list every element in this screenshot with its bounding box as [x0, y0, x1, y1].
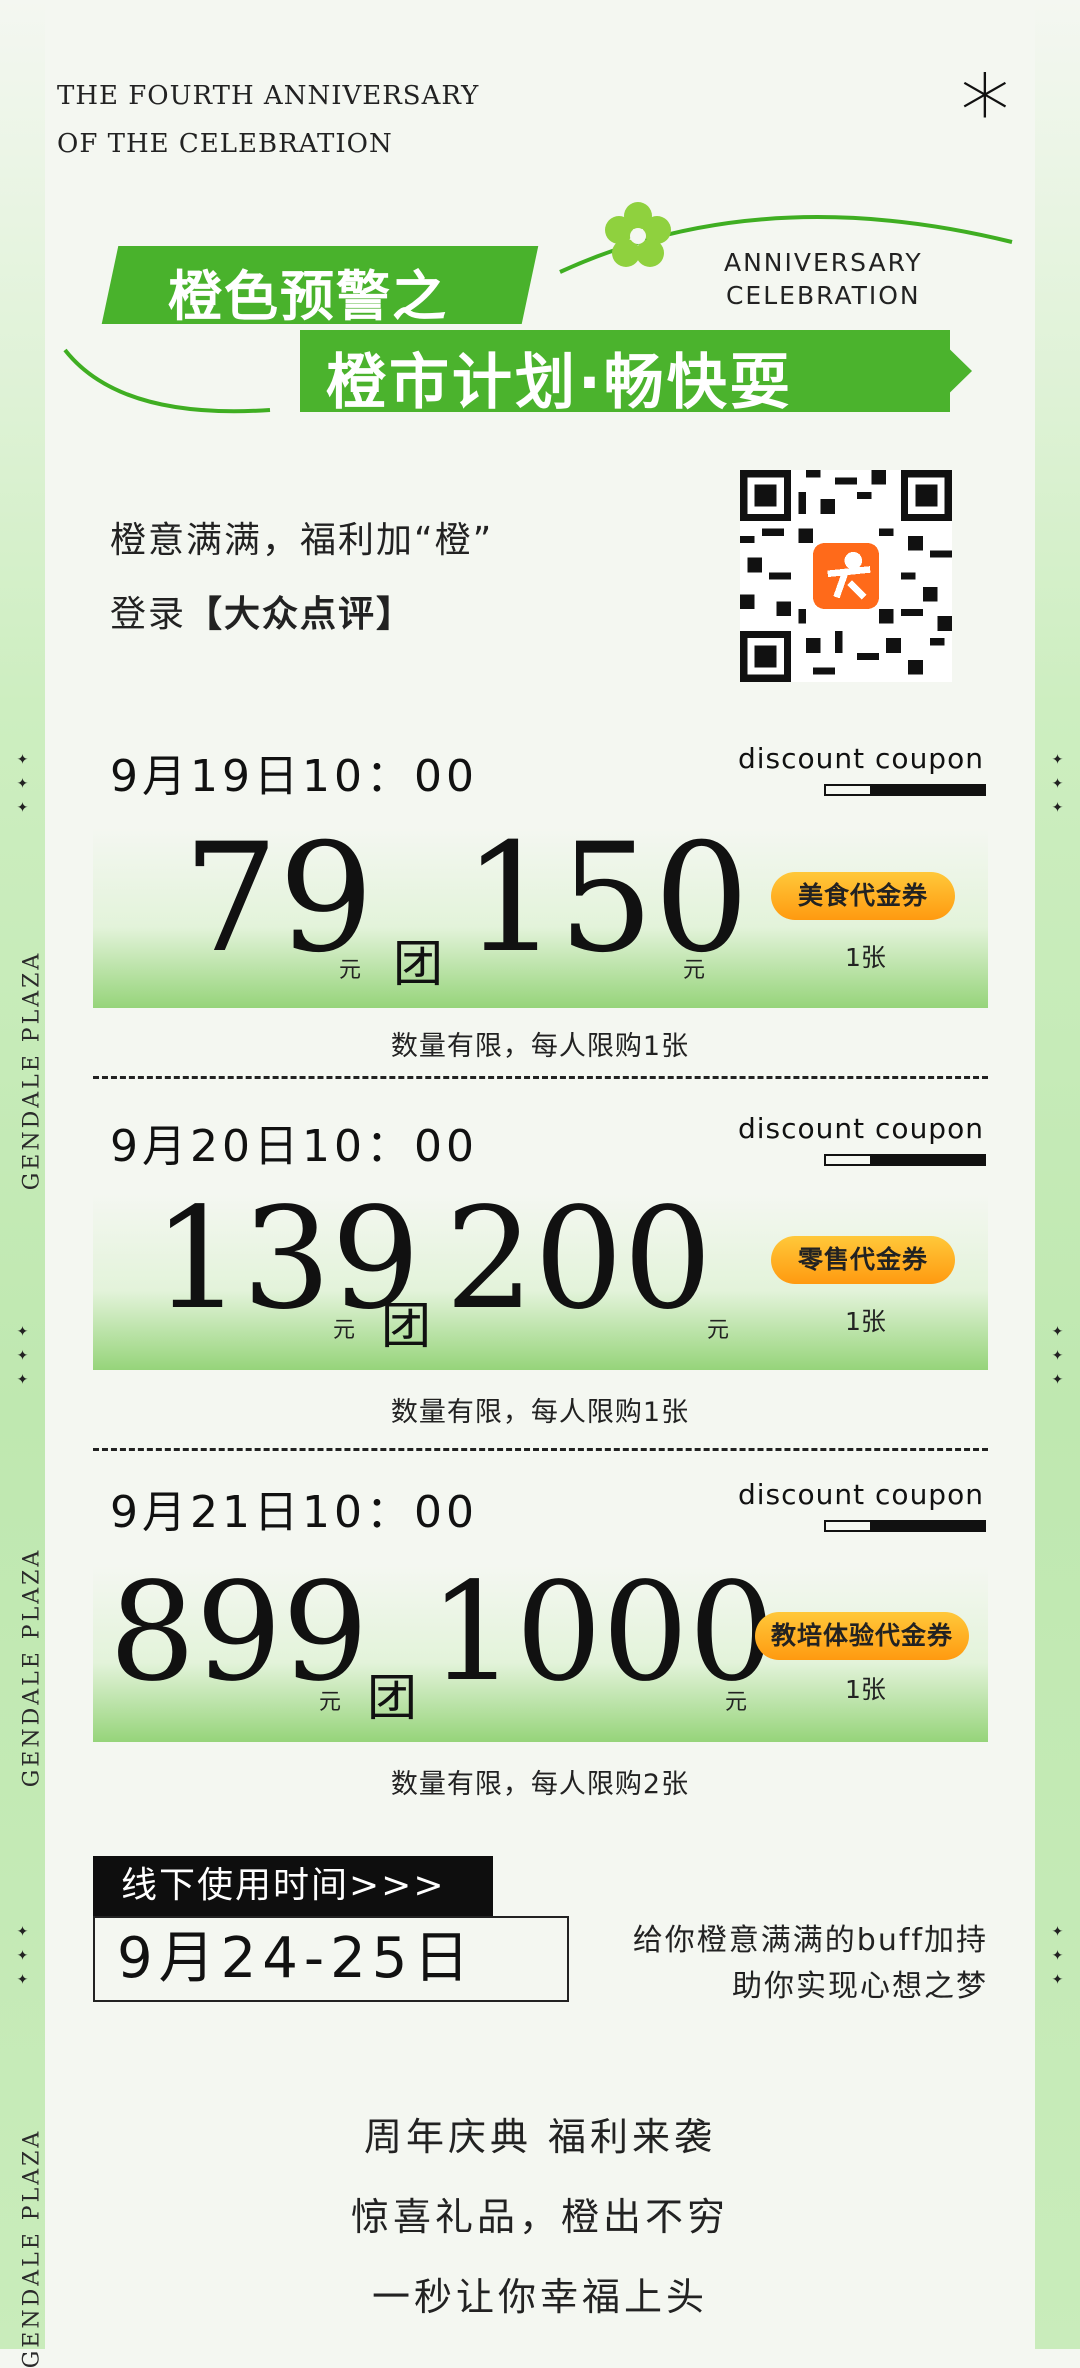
title-banner-2: 橙市计划·畅快耍 [326, 348, 793, 418]
offline-usage-dates: 9月24-25日 [93, 1916, 569, 2002]
coupon-3-tag: discount coupon [738, 1478, 984, 1511]
coupon-2-type-badge[interactable]: 零售代金券 [771, 1236, 955, 1284]
side-stars-left-1: ✦ ✦ ✦ [16, 752, 29, 816]
footer-line3: 一秒让你幸福上头 [371, 2275, 708, 2319]
coupon-3-price-unit: 元 [319, 1690, 342, 1715]
side-label-left-3: GENDALE PLAZA [19, 2128, 45, 2368]
coupon-3-count: 1张 [845, 1675, 886, 1704]
buff-line2: 助你实现心想之梦 [732, 1969, 988, 2004]
coupon-1-tag: discount coupon [738, 742, 984, 775]
divider-1 [93, 1076, 988, 1079]
side-label-right-2: GENDALE PLAZA [1075, 1552, 1080, 1793]
side-label-right-3: GENDALE PLAZA [1075, 2128, 1080, 2368]
coupon-1-date: 9月19日10：00 [110, 751, 478, 802]
coupon-2-tag-bar [824, 1154, 986, 1166]
intro-line1: 橙意满满，福利加“橙” [110, 520, 494, 561]
coupon-2-date: 9月20日10：00 [110, 1121, 478, 1172]
coupon-1-type-badge[interactable]: 美食代金券 [771, 872, 955, 920]
title-banner-1: 橙色预警之 [168, 265, 448, 328]
offline-usage-label: 线下使用时间>>> [93, 1856, 493, 1916]
qr-code[interactable] [740, 470, 952, 682]
coupon-2-card: 139 元 团 200 元 零售代金券 1张 [93, 1178, 988, 1370]
coupon-2-tuan: 团 [381, 1297, 431, 1355]
coupon-1-tag-bar [824, 784, 986, 796]
side-stars-right-3: ✦ ✦ ✦ [1051, 1924, 1064, 1988]
buff-line1: 给你橙意满满的buff加持 [632, 1923, 988, 1958]
side-stars-right-1: ✦ ✦ ✦ [1051, 752, 1064, 816]
anniversary-heading-line1: THE FOURTH ANNIVERSARY [57, 81, 480, 111]
curve-left [63, 348, 271, 414]
coupon-1-value-unit: 元 [683, 958, 706, 983]
coupon-2-value-unit: 元 [707, 1318, 730, 1343]
coupon-2-count: 1张 [845, 1307, 886, 1336]
side-label-left-1: GENDALE PLAZA [19, 950, 45, 1191]
coupon-2-value: 200 [445, 1178, 713, 1341]
coupon-2-limit: 数量有限，每人限购1张 [390, 1397, 690, 1428]
coupon-1-price-unit: 元 [339, 958, 362, 983]
coupon-3-card: 899 元 团 1000 元 教培体验代金券 1张 [93, 1554, 988, 1742]
coupon-3-limit: 数量有限，每人限购2张 [390, 1769, 690, 1800]
coupon-3-value-unit: 元 [725, 1690, 748, 1715]
anniversary-heading-line2: OF THE CELEBRATION [57, 129, 393, 159]
asterisk-icon: * [960, 53, 1010, 170]
coupon-3-tuan: 团 [367, 1669, 417, 1727]
footer-line1: 周年庆典 福利来袭 [363, 2115, 717, 2159]
side-stars-left-2: ✦ ✦ ✦ [16, 1324, 29, 1388]
anniversary-celebration-label: ANNIVERSARY CELEBRATION [724, 248, 923, 310]
buff-text: 给你橙意满满的buff加持 助你实现心想之梦 [633, 1918, 988, 2010]
coupon-2-tag: discount coupon [738, 1112, 984, 1145]
flower-icon [605, 202, 671, 267]
coupon-2-price-unit: 元 [333, 1318, 356, 1343]
anniversary-heading: THE FOURTH ANNIVERSARY OF THE CELEBRATIO… [57, 72, 479, 168]
coupon-1-card: 79 元 团 150 元 美食代金券 1张 [93, 812, 988, 1008]
coupon-3-tag-bar [824, 1520, 986, 1532]
side-label-left-2: GENDALE PLAZA [19, 1547, 45, 1788]
title-banner-2-tail [930, 330, 972, 412]
divider-2 [93, 1448, 988, 1451]
coupon-1-value: 150 [463, 812, 750, 986]
intro-text: 橙意满满，福利加“橙” 登录【大众点评】 [110, 504, 493, 652]
coupon-1-count: 1张 [845, 943, 886, 972]
intro-line2: 登录【大众点评】 [110, 594, 415, 635]
side-stars-left-3: ✦ ✦ ✦ [16, 1924, 29, 1988]
coupon-1-limit: 数量有限，每人限购1张 [390, 1031, 690, 1062]
coupon-3-value: 1000 [429, 1554, 776, 1712]
side-stars-right-2: ✦ ✦ ✦ [1051, 1324, 1064, 1388]
coupon-1-tuan: 团 [393, 935, 443, 993]
coupon-3-type-badge[interactable]: 教培体验代金券 [755, 1612, 969, 1660]
coupon-3-date: 9月21日10：00 [110, 1487, 478, 1538]
dianping-label: 【大众点评】 [186, 594, 415, 635]
footer-line2: 惊喜礼品，橙出不穷 [350, 2195, 729, 2239]
